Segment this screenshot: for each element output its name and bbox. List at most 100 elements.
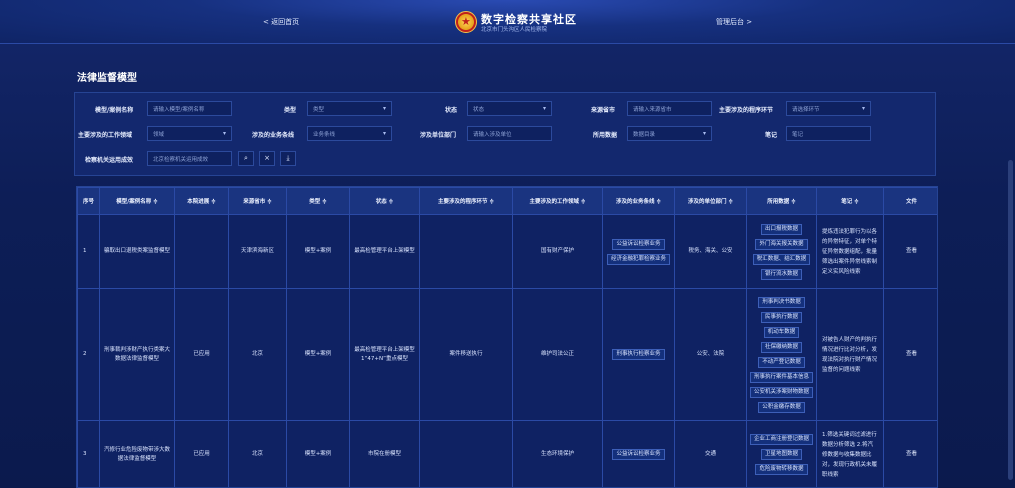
table-row: 3 汽修行业危险废物带涉大数据法律监督模型 已应用 北京 模型+案例 市院在册模… — [77, 420, 937, 487]
row-data: 刑事判决书数据 民事执行数据 机动车数据 社保缴纳数据 不动产登记数据 刑事执行… — [746, 288, 817, 421]
row-business: 公益诉讼检察业务 — [602, 420, 675, 487]
procedure-select[interactable]: 请选择环节 — [786, 101, 871, 116]
row-status: 市院在册模型 — [349, 420, 420, 487]
table-header-row: 序号 模型/案例名称 ≑ 本院进展 ≑ 来源省市 ≑ 类型 ≑ 状态 ≑ 主要涉… — [77, 187, 937, 215]
data-chip: 不动产登记数据 — [758, 356, 805, 368]
organ-label: 检察机关运用成效 — [85, 157, 134, 164]
page-scrollbar[interactable] — [1008, 160, 1013, 480]
col-file: 文件 — [883, 187, 937, 215]
row-note: 提炼违法犯罪行为以各的异常特征，对单个特征异常数据组配，批量筛选出案件异常线索制… — [816, 214, 884, 289]
filter-panel: 模型/案例名称 请输入模型/案例名称 类型 类型 状态 状态 来源省市 请输入来… — [74, 92, 936, 176]
data-chip: 企业工商注册登记数据 — [750, 434, 814, 445]
row-field: 生态环境保护 — [512, 420, 603, 487]
row-progress — [174, 214, 229, 289]
page-title: 法律监督模型 — [77, 73, 137, 84]
row-status: 最高检管理平台上架模型 — [349, 214, 420, 289]
row-type: 模型+案例 — [286, 214, 350, 289]
site-subtitle: 北京市门头沟区人民检察院 — [481, 27, 548, 33]
row-field: 国有财产保护 — [512, 214, 603, 289]
model-name-input[interactable]: 请输入模型/案例名称 — [147, 101, 232, 116]
top-bar: < 返回首页 数字检察共享社区 北京市门头沟区人民检察院 管理后台 > — [0, 0, 1015, 44]
admin-link[interactable]: 管理后台 > — [716, 17, 752, 27]
col-status[interactable]: 状态 ≑ — [349, 187, 420, 215]
row-name: 刑事裁判涉财产执行类案大数据法律监督模型 — [99, 288, 175, 421]
row-type: 模型+案例 — [286, 288, 350, 421]
row-index: 3 — [77, 420, 100, 487]
type-select[interactable]: 类型 — [307, 101, 392, 116]
business-chip: 公益诉讼检察业务 — [612, 238, 665, 250]
source-city-label: 来源省市 — [591, 107, 616, 114]
back-home-link[interactable]: < 返回首页 — [263, 17, 299, 27]
data-used-select[interactable]: 数据目录 — [627, 126, 712, 141]
data-chip: 外门海关报关数据 — [755, 238, 808, 250]
row-name: 汽修行业危险废物带涉大数据法律监督模型 — [99, 420, 175, 487]
clear-icon[interactable]: × — [259, 151, 275, 166]
table-row: 2 刑事裁判涉财产执行类案大数据法律监督模型 已应用 北京 模型+案例 最高检管… — [77, 288, 937, 421]
view-file-link[interactable]: 查看 — [906, 451, 917, 457]
row-file: 查看 — [883, 420, 937, 487]
organ-input[interactable]: 北京检察机关运用成效 — [147, 151, 232, 166]
col-type[interactable]: 类型 ≑ — [286, 187, 350, 215]
row-note: 1.筛选关键词过滤进行数据分析筛选 2.将汽修数据与收集数据比对，发现行政机关未… — [816, 420, 884, 487]
procedure-label: 主要涉及的程序环节 — [719, 107, 774, 114]
business-line-select[interactable]: 业务条线 — [307, 126, 392, 141]
row-source: 北京 — [228, 420, 287, 487]
data-chip: 刑事执行案件基本信息 — [750, 371, 814, 383]
model-table: 序号 模型/案例名称 ≑ 本院进展 ≑ 来源省市 ≑ 类型 ≑ 状态 ≑ 主要涉… — [76, 186, 938, 488]
row-business: 公益诉讼检察业务 经济金融犯罪检察业务 — [602, 214, 675, 289]
business-line-label: 涉及的业务条线 — [252, 132, 295, 139]
data-chip: 危险废物转移数据 — [755, 464, 808, 475]
col-note[interactable]: 笔记 ≑ — [816, 187, 884, 215]
row-source: 北京 — [228, 288, 287, 421]
data-chip: 公安机关涉案财物数据 — [750, 386, 814, 398]
row-progress: 已应用 — [174, 288, 229, 421]
unit-input[interactable]: 请输入涉及单位 — [467, 126, 552, 141]
col-progress[interactable]: 本院进展 ≑ — [174, 187, 229, 215]
notes-label: 笔记 — [765, 132, 778, 139]
row-file: 查看 — [883, 214, 937, 289]
data-chip: 银行流水数据 — [760, 268, 802, 280]
row-note: 对被告人财产的判执行情况进行比对分析，发现法院对执行财产情况监督的问题线索 — [816, 288, 884, 421]
business-chip: 刑事执行检察业务 — [612, 349, 665, 360]
work-field-select[interactable]: 领域 — [147, 126, 232, 141]
row-type: 模型+案例 — [286, 420, 350, 487]
business-chip: 公益诉讼检察业务 — [612, 449, 665, 460]
work-field-label: 主要涉及的工作领域 — [78, 132, 133, 139]
view-file-link[interactable]: 查看 — [906, 248, 917, 254]
col-data[interactable]: 所用数据 ≑ — [746, 187, 817, 215]
row-units: 税务、海关、公安 — [674, 214, 747, 289]
row-field: 维护司法公正 — [512, 288, 603, 421]
row-index: 1 — [77, 214, 100, 289]
row-progress: 已应用 — [174, 420, 229, 487]
data-chip: 社保缴纳数据 — [760, 341, 802, 353]
col-source[interactable]: 来源省市 ≑ — [228, 187, 287, 215]
view-file-link[interactable]: 查看 — [906, 351, 917, 357]
type-label: 类型 — [284, 107, 297, 114]
download-icon[interactable]: ⤓ — [280, 151, 296, 166]
row-status: 最高检管理平台上架模型1“47+N”重点模型 — [349, 288, 420, 421]
col-index: 序号 — [77, 187, 100, 215]
search-icon[interactable]: ⌕ — [238, 151, 254, 166]
col-procedure[interactable]: 主要涉及的程序环节 ≑ — [419, 187, 513, 215]
row-data: 出口报税数据 外门海关报关数据 税汇数据、结汇数据 银行流水数据 — [746, 214, 817, 289]
unit-label: 涉及单位部门 — [420, 132, 457, 139]
data-chip: 民事执行数据 — [760, 311, 802, 323]
status-select[interactable]: 状态 — [467, 101, 552, 116]
business-chip: 经济金融犯罪检察业务 — [606, 253, 670, 265]
row-data: 企业工商注册登记数据 卫星地图数据 危险废物转移数据 — [746, 420, 817, 487]
row-file: 查看 — [883, 288, 937, 421]
data-chip: 出口报税数据 — [760, 223, 802, 235]
row-business: 刑事执行检察业务 — [602, 288, 675, 421]
row-index: 2 — [77, 288, 100, 421]
source-city-input[interactable]: 请输入来源省市 — [627, 101, 712, 116]
col-units[interactable]: 涉及的单位部门 ≑ — [674, 187, 747, 215]
row-source: 天津滨海新区 — [228, 214, 287, 289]
col-name[interactable]: 模型/案例名称 ≑ — [99, 187, 175, 215]
col-field[interactable]: 主要涉及的工作领域 ≑ — [512, 187, 603, 215]
data-chip: 公积金缴存数据 — [758, 401, 805, 413]
row-procedure — [419, 214, 513, 289]
data-used-label: 所用数据 — [593, 132, 618, 139]
model-name-label: 模型/案例名称 — [95, 107, 134, 114]
notes-input[interactable]: 笔记 — [786, 126, 871, 141]
col-business[interactable]: 涉及的业务条线 ≑ — [602, 187, 675, 215]
